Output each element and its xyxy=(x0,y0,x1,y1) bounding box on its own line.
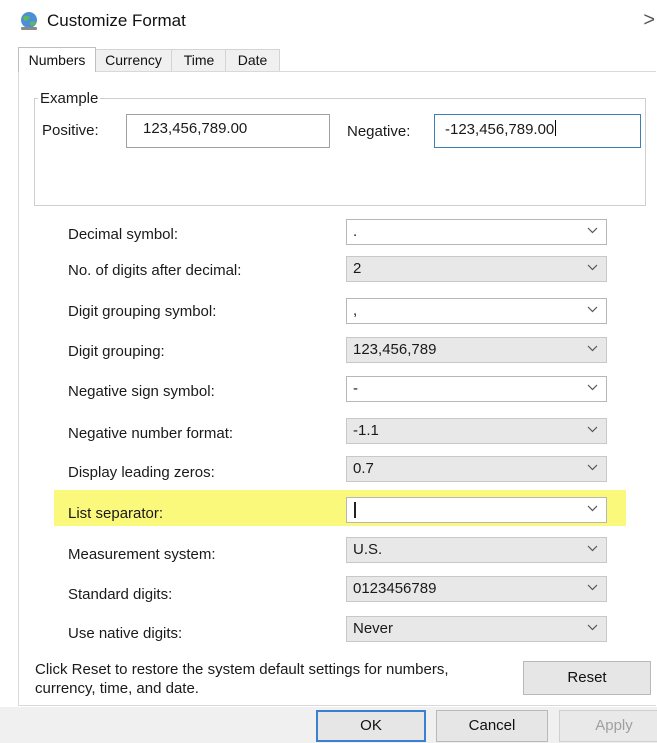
text-caret xyxy=(555,120,557,136)
negative-example-value: -123,456,789.00 xyxy=(445,121,555,138)
chevron-down-icon xyxy=(587,464,598,471)
decimal-symbol-label: Decimal symbol: xyxy=(68,226,179,243)
close-icon[interactable]: > xyxy=(643,9,655,32)
decimal-symbol-value: . xyxy=(353,223,358,240)
measurement-system-value: U.S. xyxy=(353,541,383,558)
tab-numbers[interactable]: Numbers xyxy=(18,47,96,72)
digits-after-decimal-value: 2 xyxy=(353,260,362,277)
positive-example-field: 123,456,789.00 xyxy=(126,114,330,148)
negative-sign-symbol-label: Negative sign symbol: xyxy=(68,383,215,400)
digit-grouping-label: Digit grouping: xyxy=(68,343,165,360)
list-separator-label: List separator: xyxy=(68,505,164,522)
window-title: Customize Format xyxy=(47,11,186,30)
example-legend: Example xyxy=(38,90,101,107)
standard-digits-combo[interactable]: 0123456789 xyxy=(346,576,607,602)
title-bar: Customize Format > xyxy=(0,0,657,42)
negative-sign-symbol-combo[interactable]: - xyxy=(346,376,607,402)
reset-button[interactable]: Reset xyxy=(523,661,651,695)
measurement-system-combo[interactable]: U.S. xyxy=(346,537,607,563)
digit-grouping-symbol-label: Digit grouping symbol: xyxy=(68,303,217,320)
positive-example-value: 123,456,789.00 xyxy=(143,120,248,137)
chevron-down-icon xyxy=(587,545,598,552)
chevron-down-icon xyxy=(587,426,598,433)
digit-grouping-symbol-combo[interactable]: , xyxy=(346,298,607,324)
negative-label: Negative: xyxy=(347,123,411,140)
negative-number-format-label: Negative number format: xyxy=(68,425,234,442)
standard-digits-label: Standard digits: xyxy=(68,586,173,603)
negative-number-format-combo[interactable]: -1.1 xyxy=(346,418,607,444)
measurement-system-label: Measurement system: xyxy=(68,546,216,563)
ok-button[interactable]: OK xyxy=(316,710,426,742)
negative-number-format-value: -1.1 xyxy=(353,422,379,439)
chevron-down-icon xyxy=(587,584,598,591)
use-native-digits-value: Never xyxy=(353,620,394,637)
chevron-down-icon xyxy=(587,384,598,391)
chevron-down-icon xyxy=(587,624,598,631)
apply-button[interactable]: Apply xyxy=(559,710,657,742)
use-native-digits-combo[interactable]: Never xyxy=(346,616,607,642)
display-leading-zeros-label: Display leading zeros: xyxy=(68,464,215,481)
digits-after-decimal-combo[interactable]: 2 xyxy=(346,256,607,282)
tab-time[interactable]: Time xyxy=(171,49,227,71)
reset-info-text: Click Reset to restore the system defaul… xyxy=(35,661,449,697)
digit-grouping-value: 123,456,789 xyxy=(353,341,437,358)
cancel-button[interactable]: Cancel xyxy=(436,710,548,742)
tab-currency[interactable]: Currency xyxy=(94,49,173,71)
chevron-down-icon xyxy=(587,264,598,271)
negative-sign-symbol-value: - xyxy=(353,380,358,397)
digit-grouping-combo[interactable]: 123,456,789 xyxy=(346,337,607,363)
digit-grouping-symbol-value: , xyxy=(353,302,358,319)
text-caret xyxy=(354,502,356,518)
standard-digits-value: 0123456789 xyxy=(353,580,437,597)
positive-label: Positive: xyxy=(42,122,99,139)
tab-date[interactable]: Date xyxy=(225,49,280,71)
list-separator-combo[interactable] xyxy=(346,497,607,523)
display-leading-zeros-value: 0.7 xyxy=(353,460,374,477)
display-leading-zeros-combo[interactable]: 0.7 xyxy=(346,456,607,482)
decimal-symbol-combo[interactable]: . xyxy=(346,219,607,245)
negative-example-field: -123,456,789.00 xyxy=(434,114,641,148)
digits-after-decimal-label: No. of digits after decimal: xyxy=(68,262,242,279)
chevron-down-icon xyxy=(587,227,598,234)
chevron-down-icon xyxy=(587,306,598,313)
chevron-down-icon xyxy=(587,345,598,352)
chevron-down-icon xyxy=(587,505,598,512)
region-globe-icon xyxy=(21,12,37,30)
use-native-digits-label: Use native digits: xyxy=(68,625,183,642)
